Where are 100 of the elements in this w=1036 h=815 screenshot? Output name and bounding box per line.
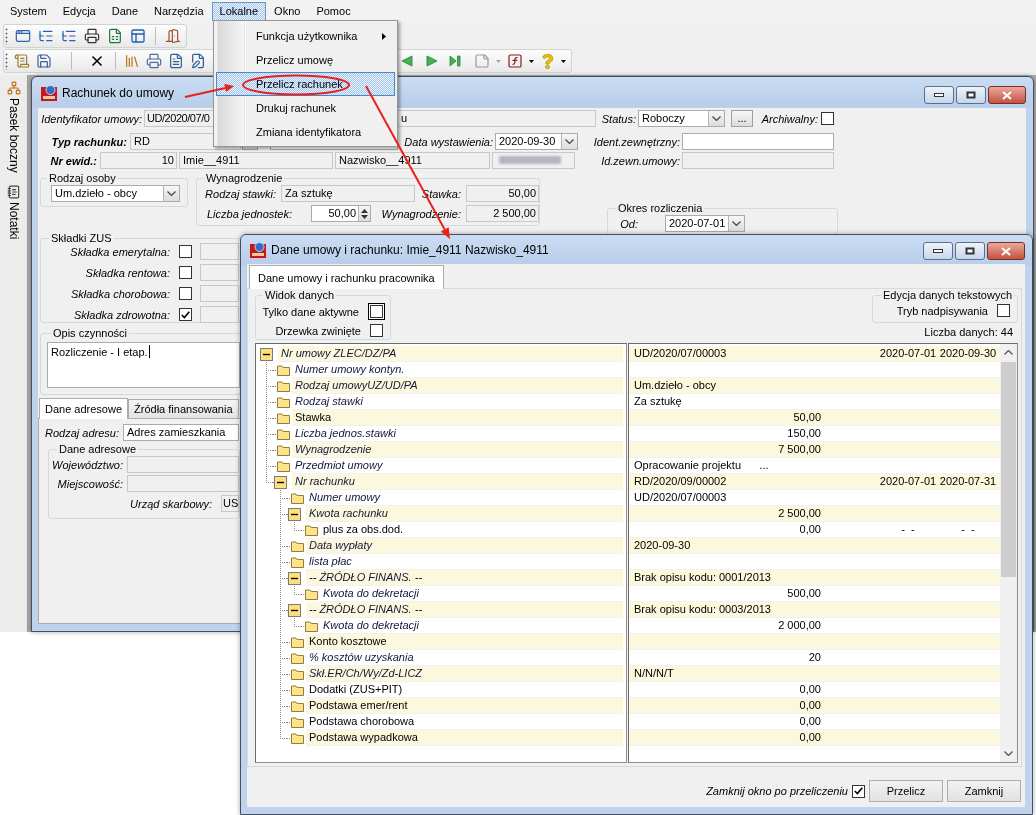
edit-document-icon[interactable] bbox=[190, 53, 206, 69]
printer-icon[interactable] bbox=[84, 28, 100, 44]
tree-list-icon[interactable] bbox=[61, 28, 77, 44]
tree-item[interactable]: Numer umowy bbox=[306, 490, 623, 506]
tree-item[interactable]: Kwota do dekretacji bbox=[320, 618, 623, 634]
last-icon[interactable] bbox=[449, 55, 461, 67]
cross-icon[interactable] bbox=[89, 53, 105, 69]
tree-list-icon[interactable] bbox=[38, 28, 54, 44]
input-field[interactable] bbox=[200, 243, 239, 260]
caret-icon[interactable] bbox=[529, 59, 534, 63]
tree-item[interactable]: Podstawa chorobowa bbox=[306, 714, 623, 730]
tree-item[interactable]: Podstawa wypadkowa bbox=[306, 730, 623, 746]
sidebar-tab[interactable]: Pasek boczny bbox=[6, 80, 21, 174]
input-field[interactable]: 50,00 bbox=[466, 185, 539, 202]
tree-item[interactable]: Rodzaj stawki bbox=[292, 394, 623, 410]
person-type-dropdown[interactable]: Um.dzieło - obcy bbox=[51, 185, 180, 202]
tree-item[interactable]: Rodzaj umowyUZ/UD/PA bbox=[292, 378, 623, 394]
collapse-icon[interactable] bbox=[288, 507, 301, 521]
door-icon[interactable] bbox=[165, 28, 181, 44]
menu-item[interactable]: System bbox=[2, 2, 55, 21]
tree-item[interactable]: Nr rachunku bbox=[292, 474, 623, 490]
tree-item[interactable]: Wynagrodzenie bbox=[292, 442, 623, 458]
tree-item[interactable]: plus za obs.dod. bbox=[320, 522, 623, 538]
menu-item[interactable]: Okno bbox=[266, 2, 309, 21]
spreadsheet-icon[interactable] bbox=[107, 28, 123, 44]
dropdown-button[interactable] bbox=[163, 186, 179, 201]
menu-item[interactable]: Pomoc bbox=[308, 2, 359, 21]
minimize-button[interactable] bbox=[924, 86, 954, 104]
input-field[interactable]: 2 500,00 bbox=[466, 205, 539, 222]
menu-item[interactable]: Narzędzia bbox=[146, 2, 212, 21]
books-icon[interactable] bbox=[124, 53, 140, 69]
menu-item[interactable]: Edycja bbox=[54, 2, 104, 21]
checkbox[interactable] bbox=[821, 112, 834, 125]
checkbox[interactable] bbox=[852, 784, 865, 798]
tree-item[interactable]: % kosztów uzyskania bbox=[306, 650, 623, 666]
input-field[interactable]: u bbox=[397, 110, 596, 127]
input-field[interactable] bbox=[492, 152, 575, 169]
input-field[interactable]: US bbox=[221, 495, 239, 512]
menu-item[interactable]: Dane bbox=[103, 2, 146, 21]
checkbox[interactable] bbox=[370, 324, 383, 337]
menu-item[interactable]: Funkcja użytkownika bbox=[216, 24, 395, 48]
sidebar-tab[interactable]: Notatki bbox=[6, 183, 21, 241]
close-button[interactable] bbox=[988, 86, 1026, 104]
input-field[interactable]: Imie__4911 bbox=[179, 152, 333, 169]
tree-item[interactable]: Przedmiot umowy bbox=[292, 458, 623, 474]
input-field[interactable] bbox=[127, 456, 239, 473]
input-field[interactable]: Adres zamieszkania bbox=[123, 424, 239, 441]
toolbar-grip[interactable] bbox=[5, 52, 8, 70]
next-icon[interactable] bbox=[426, 55, 438, 67]
tree-item[interactable]: lista płac bbox=[306, 554, 623, 570]
checkbox[interactable] bbox=[179, 245, 192, 258]
tree-item[interactable]: Liczba jednos.stawki bbox=[292, 426, 623, 442]
dropdown-button[interactable] bbox=[708, 111, 724, 126]
description-field[interactable]: Rozliczenie - I etap. bbox=[47, 342, 240, 388]
tree-item[interactable]: Nr umowy ZLEC/DZ/PA bbox=[278, 346, 623, 362]
menu-item[interactable]: Przelicz umowę bbox=[216, 48, 395, 72]
tree-item[interactable]: Kwota rachunku bbox=[306, 506, 623, 522]
input-field[interactable] bbox=[200, 264, 239, 281]
toolbar-grip[interactable] bbox=[5, 27, 8, 45]
tab[interactable]: Źródła finansowania bbox=[128, 399, 239, 418]
checkbox[interactable] bbox=[179, 287, 192, 300]
scroll-icon[interactable] bbox=[14, 53, 30, 69]
close-dialog-button[interactable]: Zamknij bbox=[947, 780, 1021, 802]
caret-icon[interactable] bbox=[561, 59, 566, 63]
tree-item[interactable]: -- ŹRÓDŁO FINANS. -- bbox=[306, 602, 623, 618]
menu-item[interactable]: Lokalne bbox=[211, 2, 267, 21]
tree-item[interactable]: Skł.ER/Ch/Wy/Zd-LICZ bbox=[306, 666, 623, 682]
tree-item[interactable]: -- ŹRÓDŁO FINANS. -- bbox=[306, 570, 623, 586]
input-field[interactable]: 10 bbox=[100, 152, 177, 169]
document-icon[interactable] bbox=[168, 53, 184, 69]
tree-item[interactable]: Dodatki (ZUS+PIT) bbox=[306, 682, 623, 698]
checkbox[interactable] bbox=[997, 304, 1010, 317]
previous-icon[interactable] bbox=[401, 55, 413, 67]
date-dropdown[interactable]: 2020-09-30 bbox=[495, 133, 578, 150]
tree-item[interactable]: Podstawa emer/rent bbox=[306, 698, 623, 714]
scrollbar-thumb[interactable] bbox=[1001, 362, 1016, 577]
recalculate-button[interactable]: Przelicz bbox=[869, 780, 943, 802]
checkbox[interactable] bbox=[179, 308, 192, 321]
dropdown-button[interactable] bbox=[561, 134, 577, 149]
more-button[interactable]: ... bbox=[731, 110, 753, 127]
units-spinner[interactable]: 50,00 bbox=[311, 205, 371, 222]
window-icon[interactable] bbox=[15, 28, 31, 44]
close-button[interactable] bbox=[987, 242, 1025, 260]
input-field[interactable] bbox=[127, 475, 239, 492]
tree-item[interactable]: Stawka bbox=[292, 410, 623, 426]
dropdown-button[interactable] bbox=[728, 216, 744, 231]
input-field[interactable] bbox=[682, 152, 834, 169]
maximize-button[interactable] bbox=[955, 242, 985, 260]
date-dropdown[interactable]: 2020-07-01 bbox=[665, 215, 745, 232]
collapse-icon[interactable] bbox=[260, 347, 273, 361]
tab[interactable]: Dane adresowe bbox=[39, 398, 129, 419]
tree-item[interactable]: Data wypłaty bbox=[306, 538, 623, 554]
spin-buttons[interactable] bbox=[358, 206, 370, 221]
status-dropdown[interactable]: Roboczy bbox=[638, 110, 725, 127]
tree-item[interactable]: Kwota do dekretacji bbox=[320, 586, 623, 602]
checkbox[interactable] bbox=[179, 266, 192, 279]
minimize-button[interactable] bbox=[923, 242, 953, 260]
collapse-icon[interactable] bbox=[274, 475, 287, 489]
input-field[interactable]: Za sztukę bbox=[281, 185, 415, 202]
input-field[interactable] bbox=[682, 133, 834, 150]
